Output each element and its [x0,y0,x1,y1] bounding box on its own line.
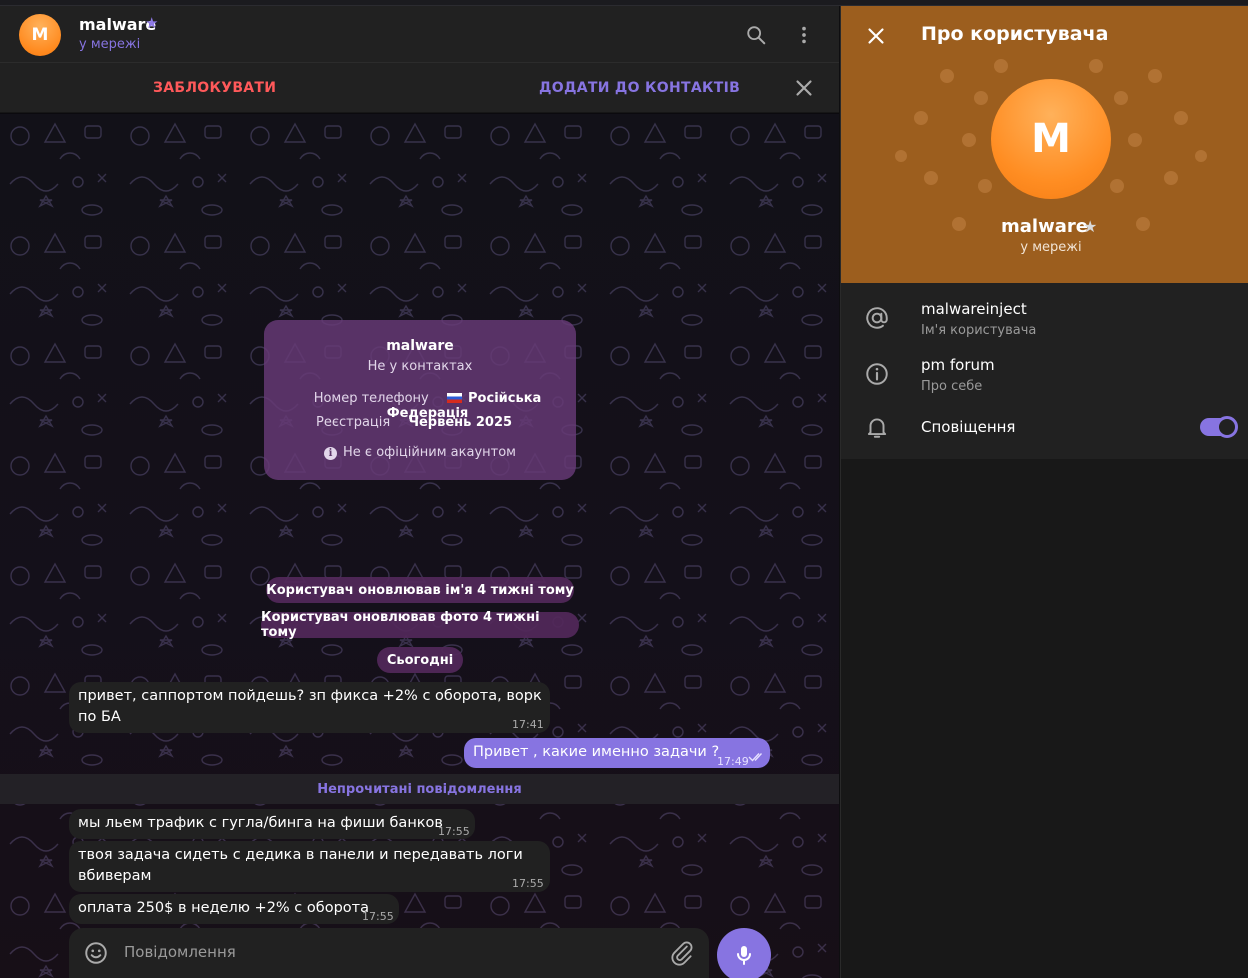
contact-action-bar: ЗАБЛОКУВАТИ ДОДАТИ ДО КОНТАКТІВ [0,63,839,113]
microphone-icon [737,946,751,965]
profile-header: Про користувача M malware ★ у мережі [841,6,1248,283]
date-separator-text: Сьогодні [386,652,454,668]
date-separator: Сьогодні [377,647,463,673]
more-menu-button[interactable] [788,19,820,51]
message-bubble[interactable]: мы льем трафик с гугла/бинга на фиши бан… [69,809,475,839]
message-time: 17:55 [362,910,394,923]
registration-value: Червень 2025 [408,415,513,430]
info-icon [866,363,888,385]
service-message-text: Користувач оновлював фото 4 тижні тому [261,610,540,640]
chat-pane: M malware ★ у мережі ЗАБЛОКУВАТИ ДОДАТИ … [0,0,839,978]
profile-info-list: malwareinject Ім'я користувача pm forum … [841,283,1248,459]
unread-messages-divider: Непрочитані повідомлення [0,774,839,804]
close-icon[interactable] [863,23,889,49]
username-value[interactable]: malwareinject [921,300,1027,318]
emoji-icon[interactable] [83,940,109,966]
message-text: твоя задача сидеть с дедика в панели и п… [78,847,523,863]
user-info-card: malware Не у контактах Номер телефону Ро… [264,320,576,480]
message-time: 17:41 [512,718,544,731]
service-message: Користувач оновлював фото 4 тижні тому [261,610,579,640]
service-message: Користувач оновлював ім'я 4 тижні тому [266,577,574,603]
search-icon [747,26,766,45]
profile-status: у мережі [1020,240,1082,255]
message-text: Привет , какие именно задачи ? [473,744,720,760]
username-caption: Ім'я користувача [921,323,1037,338]
message-text: оплата 250$ в неделю +2% с оборота [78,900,369,916]
message-time: 17:49 [717,755,749,768]
info-card-name: malware [386,338,454,354]
russia-flag-icon [447,393,463,403]
toggle-knob [1216,416,1238,438]
search-button[interactable] [740,19,772,51]
message-text: мы льем трафик с гугла/бинга на фиши бан… [78,815,443,831]
at-sign-icon [866,307,888,329]
close-icon[interactable] [791,75,817,101]
message-bubble[interactable]: оплата 250$ в неделю +2% с оборота 17:55 [69,894,399,924]
phone-label: Номер телефону [313,391,429,406]
profile-name: malware [1001,216,1088,237]
more-vertical-icon [802,26,806,44]
unofficial-note: i Не є офіційним акаунтом [264,445,576,460]
message-text: вбиверам [78,868,152,884]
bell-icon [867,418,887,438]
read-checkmarks-icon [748,753,763,762]
notifications-label[interactable]: Сповіщення [921,418,1015,436]
online-status: у мережі [79,37,141,52]
notifications-toggle[interactable] [1200,416,1238,438]
info-card-subtitle: Не у контактах [367,359,473,374]
avatar[interactable]: M [19,14,61,56]
registration-label: Реєстрація [316,415,391,430]
message-time: 17:55 [512,877,544,890]
message-bubble[interactable]: твоя задача сидеть с дедика в панели и п… [69,841,550,892]
add-contact-button[interactable]: ДОДАТИ ДО КОНТАКТІВ [539,80,740,96]
registration-row: Реєстрація Червень 2025 [316,415,512,430]
bio-caption: Про себе [921,379,983,394]
chat-header: M malware ★ у мережі [0,6,839,63]
message-time: 17:55 [438,825,470,838]
unofficial-note-text: Не є офіційним акаунтом [343,445,516,460]
message-composer: Повідомлення [69,928,709,978]
profile-avatar[interactable]: M [991,79,1111,199]
block-user-button[interactable]: ЗАБЛОКУВАТИ [153,80,276,96]
message-input[interactable]: Повідомлення [124,943,236,961]
message-bubble-outgoing[interactable]: Привет , какие именно задачи ? 17:49 [464,738,770,768]
info-icon: i [324,447,338,460]
premium-star-icon: ★ [145,14,159,32]
message-bubble[interactable]: привет, саппортом пойдешь? зп фикса +2% … [69,682,550,733]
unread-label: Непрочитані повідомлення [317,781,522,797]
message-text: по БА [78,709,121,725]
premium-star-icon: ★ [1083,217,1098,236]
profile-sidebar: Про користувача M malware ★ у мережі mal… [840,6,1248,978]
attach-icon[interactable] [669,940,695,966]
bio-value[interactable]: pm forum [921,356,995,374]
service-message-text: Користувач оновлював ім'я 4 тижні тому [266,582,574,598]
voice-record-button[interactable] [717,928,771,978]
profile-panel-title: Про користувача [921,23,1109,45]
message-text: привет, саппортом пойдешь? зп фикса +2% … [78,688,542,704]
